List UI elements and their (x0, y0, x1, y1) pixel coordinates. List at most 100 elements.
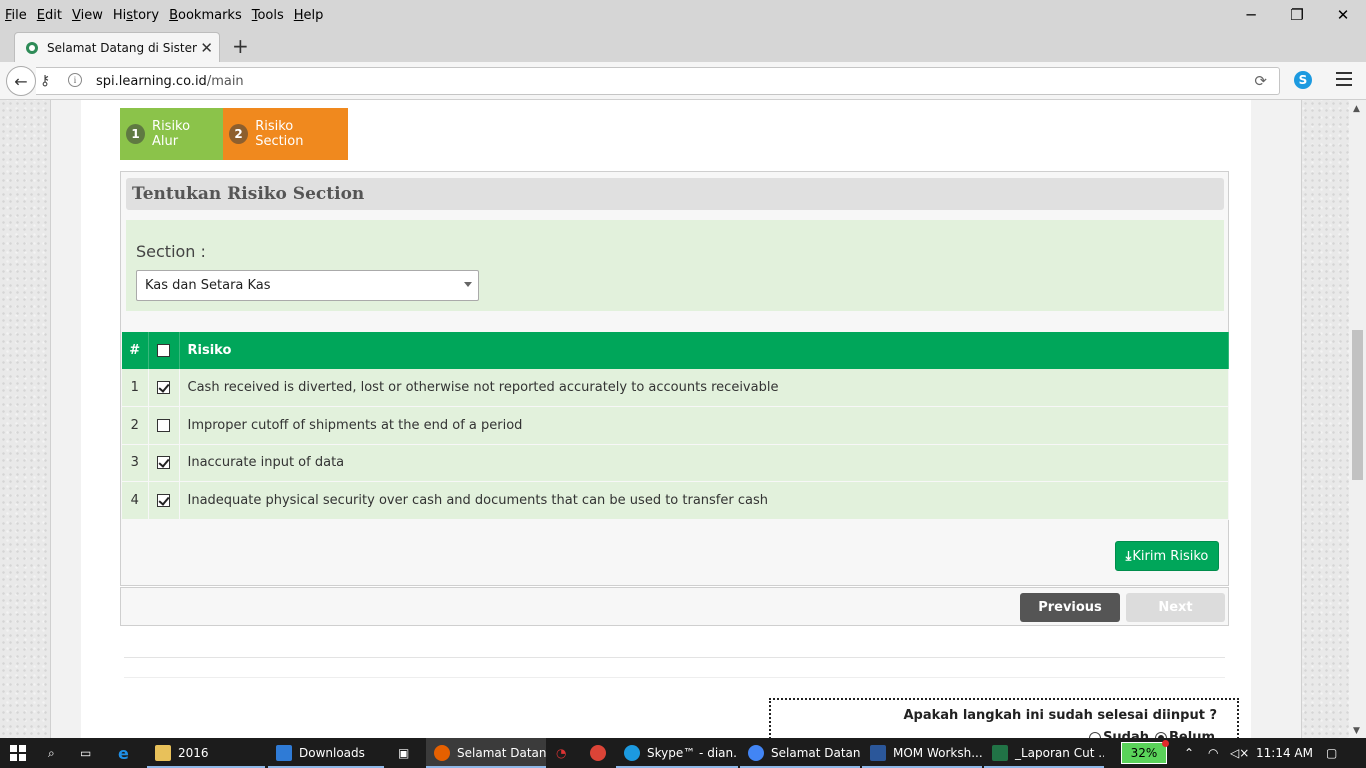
taskbar-item-downloads[interactable]: Downloads (268, 738, 384, 768)
folder-icon (155, 745, 171, 761)
task-view-icon[interactable]: ▭ (80, 738, 102, 768)
menu-file[interactable]: File (0, 8, 32, 23)
page-viewport: 1 Risiko Alur 2 Risiko Section Tentukan … (0, 100, 1349, 738)
step-number: 2 (229, 124, 249, 144)
close-tab-icon[interactable]: ✕ (200, 39, 213, 57)
caret-down-icon (464, 282, 472, 287)
app-icon[interactable]: ◔ (556, 738, 574, 768)
section-select[interactable]: Kas dan Setara Kas (136, 270, 479, 301)
section-label: Section : (136, 242, 206, 261)
taskbar-item-skype[interactable]: Skype™ - dian... (616, 738, 738, 768)
scroll-thumb[interactable] (1352, 330, 1363, 480)
menu-tools[interactable]: Tools (247, 8, 289, 23)
select-all-checkbox[interactable] (157, 344, 170, 357)
chrome-icon[interactable] (590, 738, 608, 768)
close-window-button[interactable]: ✕ (1320, 0, 1366, 30)
col-number-header: # (122, 332, 149, 369)
url-bar[interactable]: ⚷ i spi.learning.co.id/main ⟳ (36, 67, 1280, 95)
previous-button[interactable]: Previous (1020, 593, 1120, 622)
search-icon[interactable]: ⌕ (48, 738, 66, 768)
menu-bookmarks[interactable]: Bookmarks (164, 8, 247, 23)
panel-title: Tentukan Risiko Section (126, 178, 1224, 210)
taskbar-item-2016[interactable]: 2016 (147, 738, 265, 768)
url-text[interactable]: spi.learning.co.id/main (96, 74, 244, 89)
clock[interactable]: 11:14 AM (1256, 738, 1318, 768)
row-select-cell (148, 369, 180, 407)
taskbar-item-chrome[interactable]: Selamat Datan... (740, 738, 860, 768)
word-icon (870, 745, 886, 761)
store-icon[interactable]: ▣ (398, 738, 418, 768)
new-tab-icon[interactable]: + (232, 34, 249, 58)
taskbar-item-excel[interactable]: _Laporan Cut ... (984, 738, 1104, 768)
row-select-cell (148, 481, 180, 520)
battery-indicator[interactable]: 32% (1121, 740, 1169, 764)
taskbar-item-word[interactable]: MOM Worksh... (862, 738, 982, 768)
col-select-all-header (148, 332, 180, 369)
excel-icon (992, 745, 1008, 761)
download-icon (276, 745, 292, 761)
step-risiko-alur[interactable]: 1 Risiko Alur (120, 108, 223, 160)
chrome-icon (748, 745, 764, 761)
option-sudah[interactable]: Sudah (1089, 730, 1149, 738)
divider (124, 657, 1225, 658)
option-belum[interactable]: Belum (1155, 730, 1215, 738)
reload-icon[interactable]: ⟳ (1254, 72, 1267, 90)
volume-mute-icon[interactable]: ◁× (1230, 738, 1248, 768)
edge-icon[interactable]: e (118, 738, 140, 768)
hamburger-menu-icon[interactable] (1336, 72, 1352, 86)
menu-help[interactable]: Help (289, 8, 329, 23)
windows-start-icon[interactable] (10, 745, 26, 761)
skype-icon (624, 745, 640, 761)
row-number: 2 (122, 406, 149, 445)
step-risiko-section[interactable]: 2 Risiko Section (223, 108, 348, 160)
row-checkbox[interactable] (157, 456, 170, 470)
notification-icon[interactable]: ▢ (1326, 738, 1344, 768)
site-favicon-icon (26, 41, 38, 54)
completion-question: Apakah langkah ini sudah selesai diinput… (903, 708, 1217, 723)
menu-history[interactable]: History (108, 8, 164, 23)
row-checkbox[interactable] (157, 381, 170, 394)
completion-options: Sudah Belum (1089, 730, 1215, 738)
risk-section-panel: Tentukan Risiko Section Section : Kas da… (120, 171, 1229, 586)
table-row: 1 Cash received is diverted, lost or othe… (122, 369, 1229, 407)
minimize-button[interactable]: ─ (1228, 0, 1274, 30)
scroll-down-icon[interactable]: ▼ (1353, 726, 1360, 736)
completion-question-box: Apakah langkah ini sudah selesai diinput… (769, 698, 1239, 738)
next-button[interactable]: Next (1126, 593, 1225, 622)
row-checkbox[interactable] (157, 493, 170, 507)
wifi-icon[interactable]: ◠ (1208, 738, 1226, 768)
page-scrollbar[interactable]: ▲ ▼ (1349, 100, 1366, 738)
kirim-risiko-button[interactable]: ⤓ Kirim Risiko (1115, 541, 1219, 571)
menu-edit[interactable]: Edit (32, 8, 67, 23)
wizard-steps: 1 Risiko Alur 2 Risiko Section (120, 108, 348, 160)
kirim-risiko-label: Kirim Risiko (1132, 548, 1209, 564)
row-risiko-text: Cash received is diverted, lost or other… (179, 369, 1229, 407)
col-risiko-header: Risiko (179, 332, 1229, 369)
arrow-left-icon: ← (14, 71, 28, 91)
row-risiko-text: Inadequate physical security over cash a… (179, 481, 1229, 520)
step-number: 1 (126, 124, 146, 144)
restore-button[interactable]: ❐ (1274, 0, 1320, 30)
risk-table: # Risiko 1 Cash received is diverted, los… (122, 332, 1229, 520)
tab-selamat-datang[interactable]: Selamat Datang di Sistem ... ✕ (14, 32, 220, 62)
row-risiko-text: Improper cutoff of shipments at the end … (179, 406, 1229, 445)
row-select-cell (148, 444, 180, 482)
row-checkbox[interactable] (157, 418, 170, 432)
row-risiko-text: Inaccurate input of data (179, 444, 1229, 482)
row-number: 1 (122, 369, 149, 407)
info-icon[interactable]: i (68, 73, 82, 87)
scroll-up-icon[interactable]: ▲ (1353, 104, 1360, 114)
taskbar-item-firefox[interactable]: Selamat Datan... (426, 738, 546, 768)
step-label: Risiko Alur (152, 119, 191, 149)
back-button[interactable]: ← (6, 66, 36, 96)
chevron-up-icon[interactable]: ⌃ (1184, 738, 1198, 768)
key-icon[interactable]: ⚷ (40, 73, 50, 89)
menu-view[interactable]: View (67, 8, 108, 23)
skype-icon[interactable]: S (1294, 71, 1312, 89)
nav-bar: ⚷ i spi.learning.co.id/main ⟳ ← (0, 62, 1366, 100)
download-icon: ⤓ (1125, 548, 1132, 564)
table-row: 4 Inadequate physical security over cash … (122, 481, 1229, 520)
row-number: 4 (122, 481, 149, 520)
section-filter: Section : Kas dan Setara Kas (126, 220, 1224, 311)
wizard-nav: Previous Next (120, 587, 1229, 626)
